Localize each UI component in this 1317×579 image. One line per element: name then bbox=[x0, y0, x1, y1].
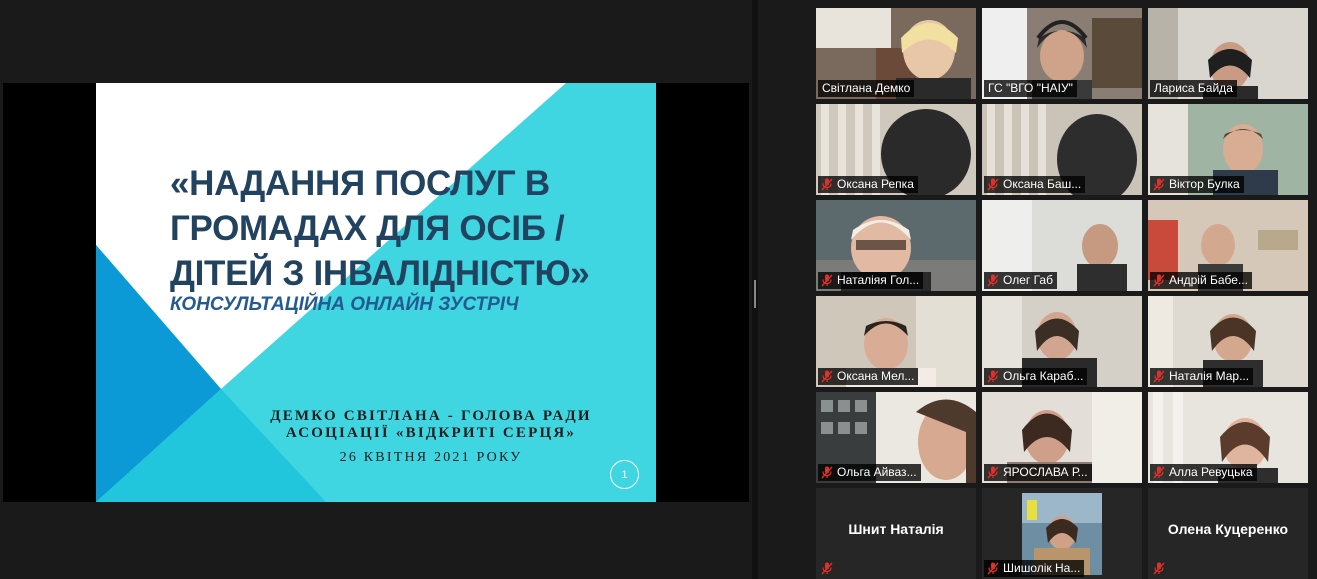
participant-label: Оксана Репка bbox=[818, 176, 918, 193]
participant-label: Наталіяя Гол... bbox=[818, 272, 924, 289]
participant-label: Ольга Айваз... bbox=[818, 464, 921, 481]
participant-label: Лариса Байда bbox=[1150, 80, 1237, 97]
participant-name: Оксана Репка bbox=[837, 177, 914, 191]
participant-name: Віктор Булка bbox=[1169, 177, 1240, 191]
participant-name: Наталія Мар... bbox=[1169, 369, 1250, 383]
slide-title-line: «НАДАННЯ ПОСЛУГ В bbox=[170, 164, 550, 203]
mic-muted-icon bbox=[987, 466, 999, 479]
slide-author: ДЕМКО СВІТЛАНА - ГОЛОВА РАДИ АСОЦІАЦІЇ «… bbox=[246, 408, 616, 442]
participant-name: Ольга Айваз... bbox=[837, 465, 917, 479]
participant-tile[interactable]: Шнит Наталія bbox=[816, 488, 976, 579]
participant-name: Ольга Караб... bbox=[1003, 369, 1084, 383]
presentation-slide: «НАДАННЯ ПОСЛУГ В ГРОМАДАХ ДЛЯ ОСІБ / ДІ… bbox=[96, 83, 656, 502]
slide-subtitle: КОНСУЛЬТАЦІЙНА ОНЛАЙН ЗУСТРІЧ bbox=[170, 294, 519, 315]
participant-name: Наталіяя Гол... bbox=[837, 273, 920, 287]
mic-muted-icon bbox=[987, 274, 999, 287]
participant-tile[interactable]: Алла Ревуцька bbox=[1148, 392, 1308, 483]
participant-tile[interactable]: ГС "ВГО "НАІУ" bbox=[982, 8, 1142, 99]
participant-label: Оксана Мел... bbox=[818, 368, 919, 385]
slide-page-number: 1 bbox=[610, 460, 639, 489]
participant-tile[interactable]: ЯРОСЛАВА Р... bbox=[982, 392, 1142, 483]
mic-muted-icon bbox=[821, 178, 833, 191]
participant-label: ГС "ВГО "НАІУ" bbox=[984, 80, 1077, 97]
slide-author-line: ДЕМКО СВІТЛАНА - ГОЛОВА РАДИ bbox=[270, 408, 592, 424]
slide-date: 26 КВІТНЯ 2021 РОКУ bbox=[339, 450, 523, 465]
participant-gallery: Світлана Демко ГС "ВГО "НАІУ" Лариса Байда… bbox=[758, 0, 1317, 579]
mic-muted-icon bbox=[821, 466, 833, 479]
participant-label: Оксана Баш... bbox=[984, 176, 1086, 193]
slide-author-line: АСОЦІАЦІЇ «ВІДКРИТІ СЕРЦЯ» bbox=[285, 425, 577, 441]
mic-muted-icon bbox=[1153, 562, 1165, 575]
participant-name: Андрій Бабе... bbox=[1169, 273, 1248, 287]
participant-name: Світлана Демко bbox=[822, 81, 911, 95]
slide-title-line: ДІТЕЙ З ІНВАЛІДНІСТЮ» bbox=[170, 254, 590, 293]
participant-tile[interactable]: Оксана Баш... bbox=[982, 104, 1142, 195]
participant-tile[interactable]: Світлана Демко bbox=[816, 8, 976, 99]
mic-muted-icon bbox=[987, 178, 999, 191]
mic-muted-icon bbox=[1153, 274, 1165, 287]
participant-label bbox=[1150, 560, 1169, 577]
slide-title-line: ГРОМАДАХ ДЛЯ ОСІБ / bbox=[170, 209, 565, 248]
participant-name: Шишолік На... bbox=[1003, 561, 1081, 575]
participant-tile[interactable]: Лариса Байда bbox=[1148, 8, 1308, 99]
participant-tile[interactable]: Ольга Айваз... bbox=[816, 392, 976, 483]
participant-tile[interactable]: Олег Габ bbox=[982, 200, 1142, 291]
participant-tile[interactable]: Олена Куцеренко bbox=[1148, 488, 1308, 579]
participant-label: Андрій Бабе... bbox=[1150, 272, 1252, 289]
participant-name: Олег Габ bbox=[1003, 273, 1053, 287]
participant-name: Оксана Баш... bbox=[1003, 177, 1082, 191]
mic-muted-icon bbox=[821, 370, 833, 383]
mic-muted-icon bbox=[821, 274, 833, 287]
participant-tile[interactable]: Шишолік На... bbox=[982, 488, 1142, 579]
participant-name: ГС "ВГО "НАІУ" bbox=[988, 81, 1073, 95]
participant-label: Ольга Караб... bbox=[984, 368, 1088, 385]
splitter-handle[interactable] bbox=[754, 280, 756, 308]
participant-tile[interactable]: Андрій Бабе... bbox=[1148, 200, 1308, 291]
participant-tile[interactable]: Віктор Булка bbox=[1148, 104, 1308, 195]
participant-tile[interactable]: Наталія Мар... bbox=[1148, 296, 1308, 387]
participant-tile[interactable]: Наталіяя Гол... bbox=[816, 200, 976, 291]
participant-tile[interactable]: Оксана Репка bbox=[816, 104, 976, 195]
mic-muted-icon bbox=[1153, 466, 1165, 479]
participant-label: Віктор Булка bbox=[1150, 176, 1244, 193]
mic-muted-icon bbox=[987, 562, 999, 575]
participant-name-center: Олена Куцеренко bbox=[1167, 521, 1289, 537]
participant-name: Алла Ревуцька bbox=[1169, 465, 1253, 479]
participant-name: ЯРОСЛАВА Р... bbox=[1003, 465, 1088, 479]
participant-tile[interactable]: Оксана Мел... bbox=[816, 296, 976, 387]
participant-label: Олег Габ bbox=[984, 272, 1057, 289]
participant-label: Світлана Демко bbox=[818, 80, 915, 97]
mic-muted-icon bbox=[821, 562, 833, 575]
participant-label: Алла Ревуцька bbox=[1150, 464, 1257, 481]
participant-tile[interactable]: Ольга Караб... bbox=[982, 296, 1142, 387]
participant-label: ЯРОСЛАВА Р... bbox=[984, 464, 1092, 481]
participant-label: Шишолік На... bbox=[984, 560, 1085, 577]
mic-muted-icon bbox=[987, 370, 999, 383]
slide-title: «НАДАННЯ ПОСЛУГ В ГРОМАДАХ ДЛЯ ОСІБ / ДІ… bbox=[170, 161, 640, 296]
participant-name: Оксана Мел... bbox=[837, 369, 915, 383]
mic-muted-icon bbox=[1153, 178, 1165, 191]
participant-name-center: Шнит Наталія bbox=[848, 521, 944, 537]
participant-label: Наталія Мар... bbox=[1150, 368, 1254, 385]
participant-name: Лариса Байда bbox=[1154, 81, 1233, 95]
mic-muted-icon bbox=[1153, 370, 1165, 383]
participant-label bbox=[818, 560, 837, 577]
